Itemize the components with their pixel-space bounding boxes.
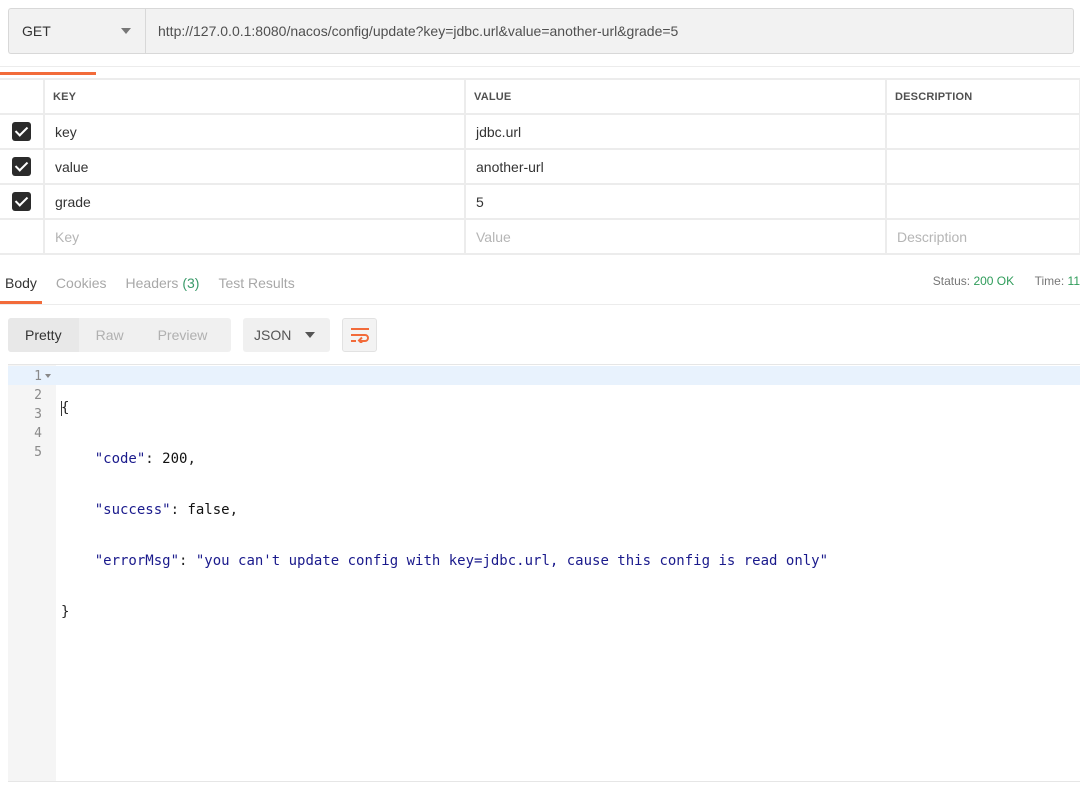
raw-button[interactable]: Raw: [79, 318, 141, 352]
divider: [0, 66, 1080, 67]
chevron-down-icon: [121, 28, 131, 34]
time-value: 11: [1067, 274, 1080, 288]
preview-button[interactable]: Preview: [141, 318, 225, 352]
tab-headers-label: Headers: [125, 275, 179, 291]
method-label: GET: [22, 23, 51, 39]
new-param-row: Key Value Description: [0, 218, 1080, 255]
response-meta: Status: 200 OK Time: 11: [933, 274, 1080, 288]
param-description-cell[interactable]: [886, 148, 1080, 185]
format-label: JSON: [254, 327, 292, 343]
fold-toggle-icon[interactable]: [45, 374, 51, 378]
checkbox-header: [0, 78, 45, 115]
checkbox[interactable]: [12, 157, 31, 176]
row-checkbox-cell: [0, 183, 45, 220]
param-description-cell[interactable]: [886, 183, 1080, 220]
json-brace-close: }: [61, 604, 70, 620]
json-key: "errorMsg": [94, 553, 180, 569]
line-number: 5: [34, 445, 42, 460]
description-header: DESCRIPTION: [886, 78, 1080, 115]
row-checkbox-cell: [0, 148, 45, 185]
params-header-row: KEY VALUE DESCRIPTION: [0, 78, 1080, 115]
status-label: Status:: [932, 274, 971, 288]
json-code: { "code": 200, "success": false, "errorM…: [61, 400, 829, 620]
line-number: 2: [34, 388, 42, 403]
json-key: "code": [94, 451, 146, 467]
url-text: http://127.0.0.1:8080/nacos/config/updat…: [158, 23, 679, 39]
key-header: KEY: [44, 78, 466, 115]
request-bar: GET http://127.0.0.1:8080/nacos/config/u…: [8, 8, 1074, 54]
wrap-icon: [350, 328, 369, 343]
view-mode-group: Pretty Raw Preview: [8, 318, 231, 352]
response-tabs: Body Cookies Headers (3) Test Results: [0, 270, 1080, 304]
status-badge: 200 OK: [973, 274, 1015, 288]
row-checkbox-cell: [0, 218, 45, 255]
value-placeholder[interactable]: Value: [465, 218, 887, 255]
tab-headers[interactable]: Headers (3): [121, 270, 205, 304]
json-value: false: [187, 502, 230, 518]
params-tab-indicator: [0, 72, 96, 75]
param-value-cell[interactable]: 5: [465, 183, 887, 220]
table-row: key jdbc.url: [0, 113, 1080, 150]
line-number: 1: [34, 369, 42, 384]
value-header: VALUE: [465, 78, 887, 115]
checkbox[interactable]: [12, 122, 31, 141]
checkbox[interactable]: [12, 192, 31, 211]
format-select[interactable]: JSON: [243, 318, 330, 352]
table-row: grade 5: [0, 183, 1080, 220]
divider: [0, 304, 1080, 305]
description-placeholder[interactable]: Description: [886, 218, 1080, 255]
url-input[interactable]: http://127.0.0.1:8080/nacos/config/updat…: [145, 8, 1074, 54]
response-body-editor[interactable]: 1 2 3 4 5 { "code": 200, "success": fals…: [8, 364, 1080, 782]
param-key-cell[interactable]: grade: [44, 183, 466, 220]
wrap-lines-button[interactable]: [342, 318, 377, 352]
json-key: "success": [94, 502, 171, 518]
param-key-cell[interactable]: value: [44, 148, 466, 185]
json-value: "you can't update config with key=jdbc.u…: [195, 553, 829, 569]
line-number: 4: [34, 426, 42, 441]
chevron-down-icon: [305, 332, 315, 338]
method-select[interactable]: GET: [8, 8, 145, 54]
table-row: value another-url: [0, 148, 1080, 185]
param-value-cell[interactable]: jdbc.url: [465, 113, 887, 150]
json-brace-open: {: [61, 400, 70, 416]
time-label: Time:: [1034, 274, 1065, 288]
param-description-cell[interactable]: [886, 113, 1080, 150]
param-value-cell[interactable]: another-url: [465, 148, 887, 185]
tab-body[interactable]: Body: [0, 270, 42, 304]
params-table: KEY VALUE DESCRIPTION key jdbc.url value…: [0, 78, 1080, 255]
key-placeholder[interactable]: Key: [44, 218, 466, 255]
tab-cookies[interactable]: Cookies: [51, 270, 112, 304]
line-numbers: 1 2 3 4 5: [8, 367, 42, 462]
headers-count-badge: (3): [182, 275, 200, 291]
tab-test-results[interactable]: Test Results: [213, 270, 299, 304]
json-value: 200: [162, 451, 188, 467]
row-checkbox-cell: [0, 113, 45, 150]
pretty-button[interactable]: Pretty: [8, 318, 79, 352]
param-key-cell[interactable]: key: [44, 113, 466, 150]
line-number: 3: [34, 407, 42, 422]
